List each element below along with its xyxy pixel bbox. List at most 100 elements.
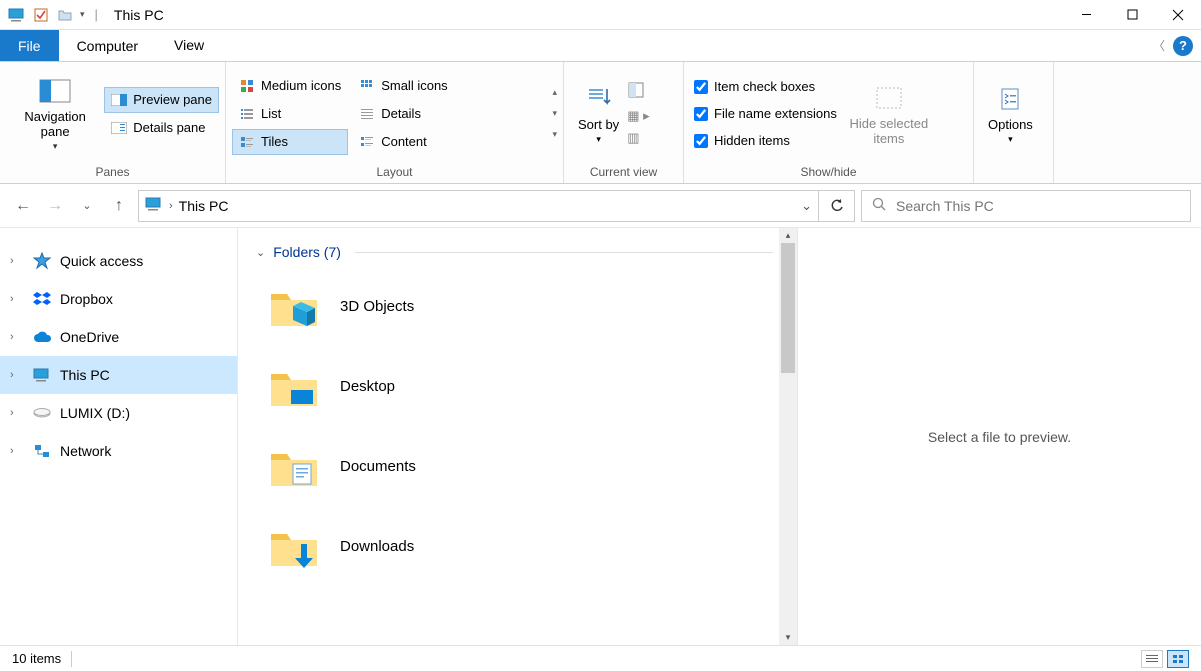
layout-content-button[interactable]: Content bbox=[352, 129, 454, 155]
scroll-up-icon[interactable]: ▴ bbox=[552, 87, 557, 98]
tab-file[interactable]: File bbox=[0, 30, 59, 61]
check-file-ext[interactable]: File name extensions bbox=[690, 104, 841, 123]
hide-icon bbox=[873, 82, 905, 114]
expand-icon[interactable]: › bbox=[10, 369, 24, 381]
expand-icon[interactable]: › bbox=[10, 445, 24, 457]
tile-3d-objects[interactable]: 3D Objects bbox=[256, 266, 773, 346]
tab-computer[interactable]: Computer bbox=[59, 30, 156, 61]
collapse-icon[interactable]: ⌄ bbox=[256, 246, 265, 259]
search-icon bbox=[872, 197, 886, 214]
group-by-icon[interactable] bbox=[627, 81, 649, 102]
collapse-ribbon-icon[interactable]: 〈 bbox=[1153, 37, 1165, 54]
dropbox-icon bbox=[32, 289, 52, 309]
expand-icon[interactable]: › bbox=[10, 255, 24, 267]
nav-dropbox[interactable]: ›Dropbox bbox=[0, 280, 237, 318]
sort-by-button[interactable]: Sort by ▾ bbox=[570, 66, 627, 161]
up-button[interactable]: ↑ bbox=[106, 193, 132, 219]
content-area: ⌄ Folders (7) 3D Objects Desktop Documen… bbox=[238, 228, 1201, 645]
size-columns-icon[interactable]: ▥ bbox=[627, 130, 649, 146]
preview-pane-button[interactable]: Preview pane bbox=[104, 87, 219, 113]
address-dropdown-icon[interactable]: ⌄ bbox=[801, 198, 812, 214]
tile-downloads[interactable]: Downloads bbox=[256, 506, 773, 586]
list-icon bbox=[239, 106, 255, 122]
pc-icon bbox=[8, 6, 26, 24]
refresh-button[interactable] bbox=[819, 190, 855, 222]
group-header-label: Folders (7) bbox=[273, 244, 341, 260]
options-icon bbox=[994, 83, 1026, 115]
ribbon: Navigation pane ▾ Preview pane Details p… bbox=[0, 62, 1201, 184]
tab-view[interactable]: View bbox=[156, 30, 222, 61]
network-icon bbox=[32, 441, 52, 461]
tile-desktop[interactable]: Desktop bbox=[256, 346, 773, 426]
chevron-down-icon: ▾ bbox=[53, 141, 58, 152]
address-box[interactable]: › This PC ⌄ bbox=[138, 190, 819, 222]
details-pane-button[interactable]: Details pane bbox=[104, 115, 219, 141]
pc-icon bbox=[145, 197, 163, 214]
hide-selected-label: Hide selected items bbox=[849, 116, 929, 146]
folder-3d-icon bbox=[266, 278, 322, 334]
sort-icon bbox=[583, 83, 615, 115]
scrollbar-thumb[interactable] bbox=[781, 243, 795, 373]
chevron-down-icon: ▾ bbox=[596, 134, 601, 145]
layout-list-button[interactable]: List bbox=[232, 101, 348, 127]
ribbon-group-show: Item check boxes File name extensions Hi… bbox=[684, 62, 974, 183]
expand-icon[interactable]: › bbox=[10, 293, 24, 305]
check-item-boxes[interactable]: Item check boxes bbox=[690, 77, 841, 96]
recent-dropdown[interactable]: ⌄ bbox=[74, 193, 100, 219]
group-header-folders[interactable]: ⌄ Folders (7) bbox=[256, 238, 773, 266]
nav-this-pc[interactable]: ›This PC bbox=[0, 356, 237, 394]
hide-selected-button[interactable]: Hide selected items bbox=[841, 66, 937, 161]
maximize-button[interactable] bbox=[1109, 0, 1155, 30]
nav-onedrive[interactable]: ›OneDrive bbox=[0, 318, 237, 356]
back-button[interactable]: ← bbox=[10, 193, 36, 219]
scroll-down-icon[interactable]: ▾ bbox=[786, 632, 791, 643]
pc-icon bbox=[32, 365, 52, 385]
add-columns-icon[interactable]: ▦ ▸ bbox=[627, 108, 649, 124]
show-group-label: Show/hide bbox=[690, 161, 967, 183]
breadcrumb-location[interactable]: This PC bbox=[179, 198, 229, 214]
folder-small-icon[interactable] bbox=[56, 6, 74, 24]
options-label: Options bbox=[988, 117, 1033, 132]
qa-dropdown-icon[interactable]: ▾ bbox=[80, 9, 85, 20]
forward-button[interactable]: → bbox=[42, 193, 68, 219]
tile-documents[interactable]: Documents bbox=[256, 426, 773, 506]
expand-icon[interactable]: › bbox=[10, 331, 24, 343]
ribbon-group-layout: Medium icons List Tiles Small icons Deta… bbox=[226, 62, 564, 183]
expand-gallery-icon[interactable]: ▾ bbox=[552, 129, 557, 140]
view-mode-details[interactable] bbox=[1141, 650, 1163, 668]
nav-quick-access[interactable]: ›Quick access bbox=[0, 242, 237, 280]
search-box[interactable] bbox=[861, 190, 1191, 222]
layout-details-button[interactable]: Details bbox=[352, 101, 454, 127]
properties-icon[interactable] bbox=[32, 6, 50, 24]
layout-group-label: Layout bbox=[232, 161, 557, 183]
navigation-pane-button[interactable]: Navigation pane ▾ bbox=[6, 66, 104, 161]
navigation-pane: ›Quick access ›Dropbox ›OneDrive ›This P… bbox=[0, 228, 238, 645]
star-icon bbox=[32, 251, 52, 271]
minimize-button[interactable] bbox=[1063, 0, 1109, 30]
help-icon[interactable]: ? bbox=[1173, 36, 1193, 56]
navigation-pane-icon bbox=[39, 75, 71, 107]
tile-label: Documents bbox=[340, 458, 416, 475]
tile-label: Desktop bbox=[340, 378, 395, 395]
scroll-down-icon[interactable]: ▾ bbox=[552, 108, 557, 119]
folder-documents-icon bbox=[266, 438, 322, 494]
tiles-icon bbox=[239, 134, 255, 150]
layout-medium-button[interactable]: Medium icons bbox=[232, 73, 348, 99]
expand-icon[interactable]: › bbox=[10, 407, 24, 419]
tile-label: Downloads bbox=[340, 538, 414, 555]
main-area: ›Quick access ›Dropbox ›OneDrive ›This P… bbox=[0, 228, 1201, 645]
layout-small-button[interactable]: Small icons bbox=[352, 73, 454, 99]
options-button[interactable]: Options ▾ bbox=[980, 66, 1041, 161]
breadcrumb-chevron-icon[interactable]: › bbox=[169, 200, 173, 212]
view-mode-tiles[interactable] bbox=[1167, 650, 1189, 668]
window-controls bbox=[1063, 0, 1201, 30]
tile-label: 3D Objects bbox=[340, 298, 414, 315]
close-button[interactable] bbox=[1155, 0, 1201, 30]
nav-network[interactable]: ›Network bbox=[0, 432, 237, 470]
layout-tiles-button[interactable]: Tiles bbox=[232, 129, 348, 155]
check-hidden[interactable]: Hidden items bbox=[690, 131, 841, 150]
vertical-scrollbar[interactable]: ▴ ▾ bbox=[779, 228, 797, 645]
nav-lumix[interactable]: ›LUMIX (D:) bbox=[0, 394, 237, 432]
search-input[interactable] bbox=[896, 198, 1180, 214]
scroll-up-icon[interactable]: ▴ bbox=[786, 230, 791, 241]
